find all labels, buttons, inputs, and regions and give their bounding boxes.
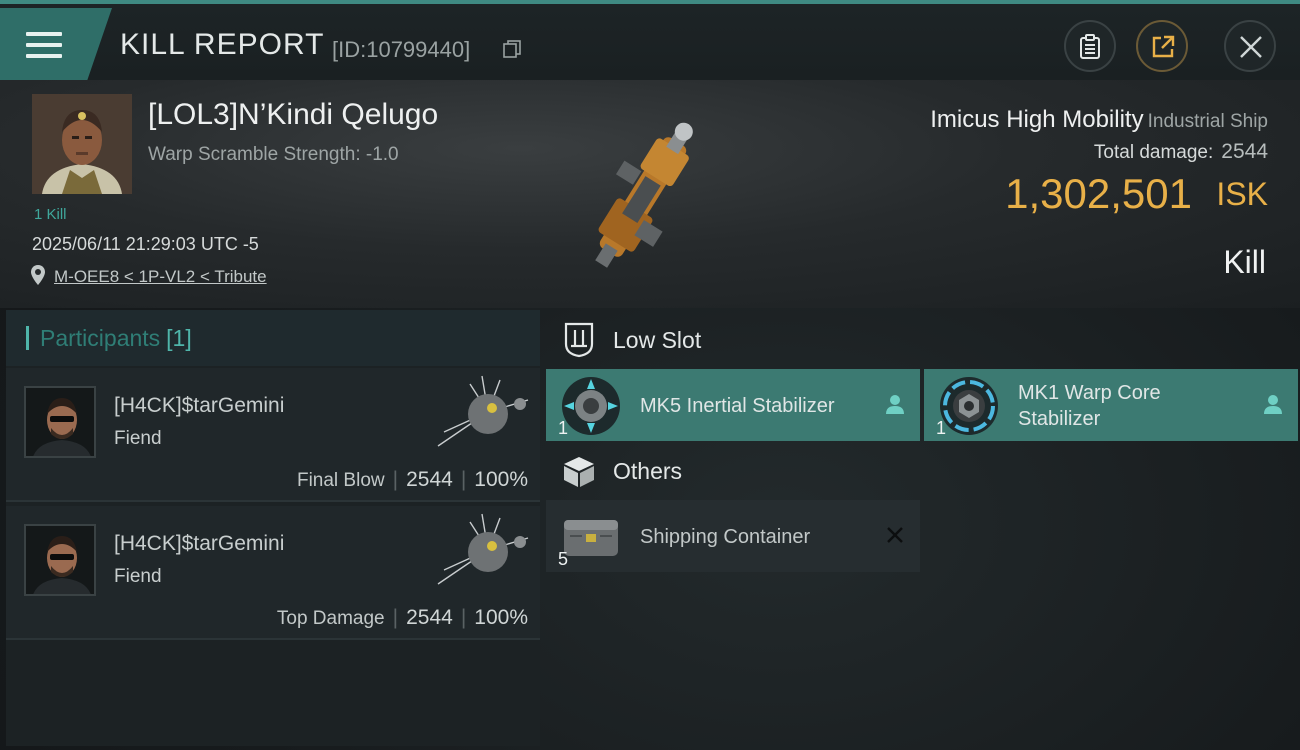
menu-button[interactable] (0, 8, 112, 80)
ship-class: Industrial Ship (1147, 111, 1268, 132)
module-item[interactable]: 1 MK1 Warp Core Stabilizer (924, 369, 1298, 441)
share-icon (1152, 35, 1175, 58)
module-name: MK1 Warp Core Stabilizer (1018, 382, 1161, 430)
participant-ship: Fiend (114, 428, 162, 449)
inertial-stabilizer-icon (562, 377, 620, 435)
total-damage-label: Total damage: (1093, 142, 1214, 163)
destroyed-x-icon (887, 527, 903, 543)
participant-name[interactable]: [H4CK]$tarGemini (114, 532, 284, 556)
kill-result: Kill (1223, 244, 1266, 280)
participant-ship-image[interactable] (430, 512, 534, 598)
warp-core-stabilizer-icon (940, 377, 998, 435)
total-damage: Total damage: 2544 (1094, 140, 1268, 164)
participant-damage: 2544 (406, 606, 453, 629)
participant-stats: Top Damage | 2544 | 100% (276, 606, 528, 629)
participants-header: Participants [1] (6, 310, 540, 366)
victim-portrait[interactable] (32, 94, 132, 194)
total-damage-value: 2544 (1221, 140, 1268, 163)
person-icon (1264, 395, 1282, 414)
participant-name[interactable]: [H4CK]$tarGemini (114, 394, 284, 418)
hamburger-menu-icon (26, 32, 62, 60)
low-slot-icon (564, 322, 594, 358)
participant-row[interactable]: [H4CK]$tarGemini Fiend Top Damage | 2544 | 1… (6, 506, 540, 640)
participant-ship-image[interactable] (430, 374, 534, 460)
copy-icon[interactable] (503, 40, 521, 58)
participant-avatar[interactable] (24, 386, 96, 458)
cargo-item[interactable]: 5 Shipping Container (546, 500, 920, 572)
ship-name: Imicus High Mobility (930, 106, 1144, 133)
kill-count: 1 Kill (34, 206, 67, 223)
location-link[interactable]: M-OEE8 < 1P-VL2 < Tribute (54, 267, 267, 287)
clipboard-button[interactable] (1064, 20, 1116, 72)
participant-role: Final Blow (296, 470, 385, 491)
report-id: [ID:10799440] (332, 37, 471, 62)
clipboard-icon (1080, 34, 1100, 59)
item-name: Shipping Container (640, 526, 811, 548)
victim-name[interactable]: [LOL3]N’Kindi Qelugo (148, 98, 438, 132)
module-name: MK5 Inertial Stabilizer (640, 395, 835, 417)
warp-scramble-strength: Warp Scramble Strength: -1.0 (148, 144, 399, 165)
participant-ship: Fiend (114, 566, 162, 587)
person-icon (886, 395, 904, 414)
ship-render-image[interactable] (548, 92, 738, 302)
kill-report-window: KILL REPORT [ID:10799440] [LOL3]N’Kindi … (0, 0, 1300, 750)
low-slot-title: Low Slot (613, 327, 702, 353)
others-title: Others (613, 458, 683, 484)
cargo-box-icon (564, 457, 594, 487)
top-bar: KILL REPORT [ID:10799440] (0, 0, 1300, 80)
participants-panel: Participants[1] [H4CK]$tarGemini Fiend (6, 310, 540, 746)
participant-avatar[interactable] (24, 524, 96, 596)
shipping-container-icon (564, 520, 618, 556)
participant-role: Top Damage (276, 608, 385, 629)
module-item[interactable]: 1 MK5 Inertial Stabilizer (546, 369, 920, 441)
module-quantity: 1 (936, 418, 947, 438)
item-quantity: 5 (558, 549, 569, 569)
close-icon (1240, 36, 1262, 58)
close-button[interactable] (1224, 20, 1276, 72)
participant-percent: 100% (474, 468, 528, 491)
kill-timestamp: 2025/06/11 21:29:03 UTC -5 (32, 234, 259, 254)
share-button[interactable] (1136, 20, 1188, 72)
module-quantity: 1 (558, 418, 569, 438)
isk-value: 1,302,501 (1005, 170, 1192, 217)
participant-stats: Final Blow | 2544 | 100% (296, 468, 528, 491)
participant-percent: 100% (474, 606, 528, 629)
participants-count: [1] (166, 325, 192, 351)
participants-title: Participants [1] (40, 325, 192, 351)
isk-currency: ISK (1216, 176, 1268, 212)
pilot-portrait-image (26, 526, 94, 594)
pilot-portrait-image (26, 388, 94, 456)
participant-damage: 2544 (406, 468, 453, 491)
location-pin-icon (31, 265, 45, 285)
window-title: KILL REPORT (120, 28, 325, 61)
participant-row[interactable]: [H4CK]$tarGemini Fiend Final Blow | 2544 | 1… (6, 368, 540, 502)
ship-type[interactable]: Imicus High Mobility Industrial Ship (930, 106, 1268, 134)
pilot-portrait-image (32, 94, 132, 194)
